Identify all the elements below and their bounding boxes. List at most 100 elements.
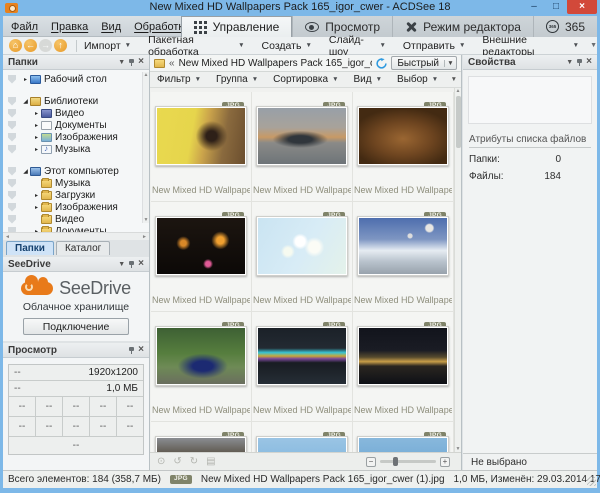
seedrive-connect-button[interactable]: Подключение (23, 318, 129, 335)
thumbnail-item[interactable]: JPG New Mixed HD Wallpapers ... (252, 312, 353, 422)
refresh-icon[interactable] (376, 58, 387, 69)
expander-icon[interactable]: ▸ (32, 204, 41, 211)
folder-tree-item[interactable]: ▸ Загрузки (6, 189, 149, 201)
sidebar-tab[interactable]: Папки (6, 241, 54, 255)
thumbnail-item[interactable]: JPG New Mixed HD Wallpapers ... (353, 92, 454, 202)
filter-dropdown[interactable]: Вид▼ (354, 74, 383, 85)
wallpaper-thumbnail[interactable] (157, 328, 245, 384)
nav-button-icon[interactable]: ↑ (54, 39, 67, 52)
pin-icon[interactable] (129, 59, 134, 66)
wallpaper-thumbnail[interactable] (157, 218, 245, 274)
view-mode-dropdown[interactable]: Быстрый ▼ (391, 56, 457, 70)
menu-item[interactable]: Правка (51, 21, 88, 33)
filter-dropdown[interactable]: Сортировка▼ (273, 74, 338, 85)
wallpaper-thumbnail[interactable] (258, 218, 346, 274)
wallpaper-thumbnail[interactable] (157, 438, 245, 452)
toolbar-dropdown-button[interactable]: Внешние редакторы▼ (482, 34, 579, 58)
panel-close-icon[interactable]: × (586, 57, 592, 67)
wallpaper-thumbnail[interactable] (157, 108, 245, 164)
toolbar-dropdown-button[interactable]: Слайд-шоу▼ (329, 34, 386, 58)
slider-thumb[interactable] (393, 457, 398, 466)
panel-close-icon[interactable]: × (138, 57, 144, 67)
footer-tool-icon[interactable]: ↻ (190, 456, 198, 467)
slider-track[interactable] (380, 460, 436, 463)
pin-icon[interactable] (129, 261, 134, 268)
pin-icon[interactable] (129, 347, 134, 354)
folder-tree-item[interactable]: ▸ Музыка (6, 143, 149, 155)
panel-menu-icon[interactable]: ▼ (118, 261, 125, 268)
expander-icon[interactable]: ▸ (32, 134, 41, 141)
scrollbar-thumb[interactable] (456, 96, 461, 148)
thumbnail-item[interactable]: JPG New Mixed HD Wallpapers ... (151, 312, 252, 422)
filterbar-overflow-icon[interactable]: ▼ (451, 76, 457, 83)
folder-tree-item[interactable]: Видео (6, 213, 149, 225)
expander-icon[interactable]: ◢ (21, 98, 30, 105)
wallpaper-thumbnail[interactable] (258, 328, 346, 384)
minimize-button[interactable]: – (523, 0, 545, 14)
wallpaper-thumbnail[interactable] (258, 438, 346, 452)
breadcrumb-back-icon[interactable]: « (169, 58, 175, 69)
wallpaper-thumbnail[interactable] (359, 328, 447, 384)
breadcrumb-path[interactable]: New Mixed HD Wallpapers Pack 165_igor_cw… (179, 58, 373, 69)
expander-icon[interactable]: ▸ (32, 122, 41, 129)
nav-button-icon[interactable]: ⌂ (9, 39, 22, 52)
folder-tree-item[interactable]: ▸ Документы (6, 119, 149, 131)
tree-vertical-scrollbar[interactable]: ▲▼ (142, 72, 149, 223)
zoom-in-button[interactable]: + (440, 457, 450, 467)
folder-tree-item[interactable]: Музыка (6, 177, 149, 189)
thumbnail-item[interactable]: JPG New Mixed HD Wallpapers ... (151, 92, 252, 202)
nav-button-icon[interactable]: ← (24, 39, 37, 52)
footer-tool-icon[interactable]: ▤ (206, 456, 215, 467)
expander-icon[interactable]: ▸ (32, 110, 41, 117)
folder-tree-item[interactable]: ▸ Изображения (6, 131, 149, 143)
thumbnail-item[interactable]: JPG New Mixed HD Wallpapers ... (353, 312, 454, 422)
close-button[interactable]: × (567, 0, 597, 14)
footer-tool-icon[interactable]: ↺ (173, 456, 181, 467)
wallpaper-thumbnail[interactable] (359, 108, 447, 164)
thumbnail-item[interactable]: JPG New Mixed HD Wallpapers ... (252, 202, 353, 312)
panel-close-icon[interactable]: × (138, 259, 144, 269)
expander-icon[interactable]: ◢ (21, 168, 30, 175)
sidebar-tab[interactable]: Каталог (56, 241, 110, 255)
wallpaper-thumbnail[interactable] (359, 218, 447, 274)
folder-tree-item[interactable]: ▸ Рабочий стол (6, 73, 149, 85)
resize-grip-icon[interactable] (587, 477, 596, 486)
thumbnail-item[interactable]: JPG New Mixed HD Wallpapers ... (252, 92, 353, 202)
folder-tree-item[interactable]: ◢ Этот компьютер (6, 165, 149, 177)
footer-tool-icon[interactable]: ⊙ (157, 456, 165, 467)
tree-horizontal-scrollbar[interactable]: ◄► (3, 232, 149, 240)
maximize-button[interactable]: □ (545, 0, 567, 14)
panel-close-icon[interactable]: × (138, 345, 144, 355)
expander-icon[interactable]: ▸ (32, 192, 41, 199)
folder-tree-item[interactable]: ▸ Изображения (6, 201, 149, 213)
grid-vertical-scrollbar[interactable]: ▲ ▼ (454, 88, 461, 452)
expander-icon[interactable]: ▸ (21, 76, 30, 83)
wallpaper-thumbnail[interactable] (258, 108, 346, 164)
toolbar-dropdown-button[interactable]: Создать▼ (262, 40, 312, 52)
thumbnail-item[interactable]: JPG New Mixed HD Wallpapers ... (151, 422, 252, 452)
thumbnail-item[interactable]: JPG New Mixed HD Wallpapers ... (252, 422, 353, 452)
zoom-out-button[interactable]: − (366, 457, 376, 467)
pin-icon[interactable] (577, 59, 582, 66)
filter-dropdown[interactable]: Выбор▼ (397, 74, 438, 85)
folder-tree-item[interactable]: ▸ Документы (6, 225, 149, 232)
menu-item[interactable]: Вид (101, 21, 121, 33)
folder-tree-item[interactable]: ◢ Библиотеки (6, 95, 149, 107)
filter-dropdown[interactable]: Группа▼ (216, 74, 258, 85)
expander-icon[interactable]: ▸ (32, 228, 41, 233)
toolbar-dropdown-button[interactable]: Отправить▼ (403, 40, 466, 52)
panel-menu-icon[interactable]: ▼ (118, 59, 125, 66)
toolbar-overflow-icon[interactable]: ▼ (590, 42, 597, 49)
toolbar-dropdown-button[interactable]: Пакетная обработка▼ (148, 34, 244, 58)
folder-tree-item[interactable]: ▸ Видео (6, 107, 149, 119)
nav-button-icon[interactable]: → (39, 39, 52, 52)
thumbnail-item[interactable]: JPG New Mixed HD Wallpapers ... (353, 202, 454, 312)
scroll-up-icon[interactable]: ▲ (456, 88, 461, 94)
toolbar-dropdown-button[interactable]: Импорт▼ (84, 40, 131, 52)
panel-menu-icon[interactable]: ▼ (566, 59, 573, 66)
filter-dropdown[interactable]: Фильтр▼ (157, 74, 201, 85)
menu-item[interactable]: Файл (11, 21, 38, 33)
thumbnail-item[interactable]: JPG New Mixed HD Wallpapers ... (353, 422, 454, 452)
wallpaper-thumbnail[interactable] (359, 438, 447, 452)
thumbnail-item[interactable]: JPG New Mixed HD Wallpapers ... (151, 202, 252, 312)
